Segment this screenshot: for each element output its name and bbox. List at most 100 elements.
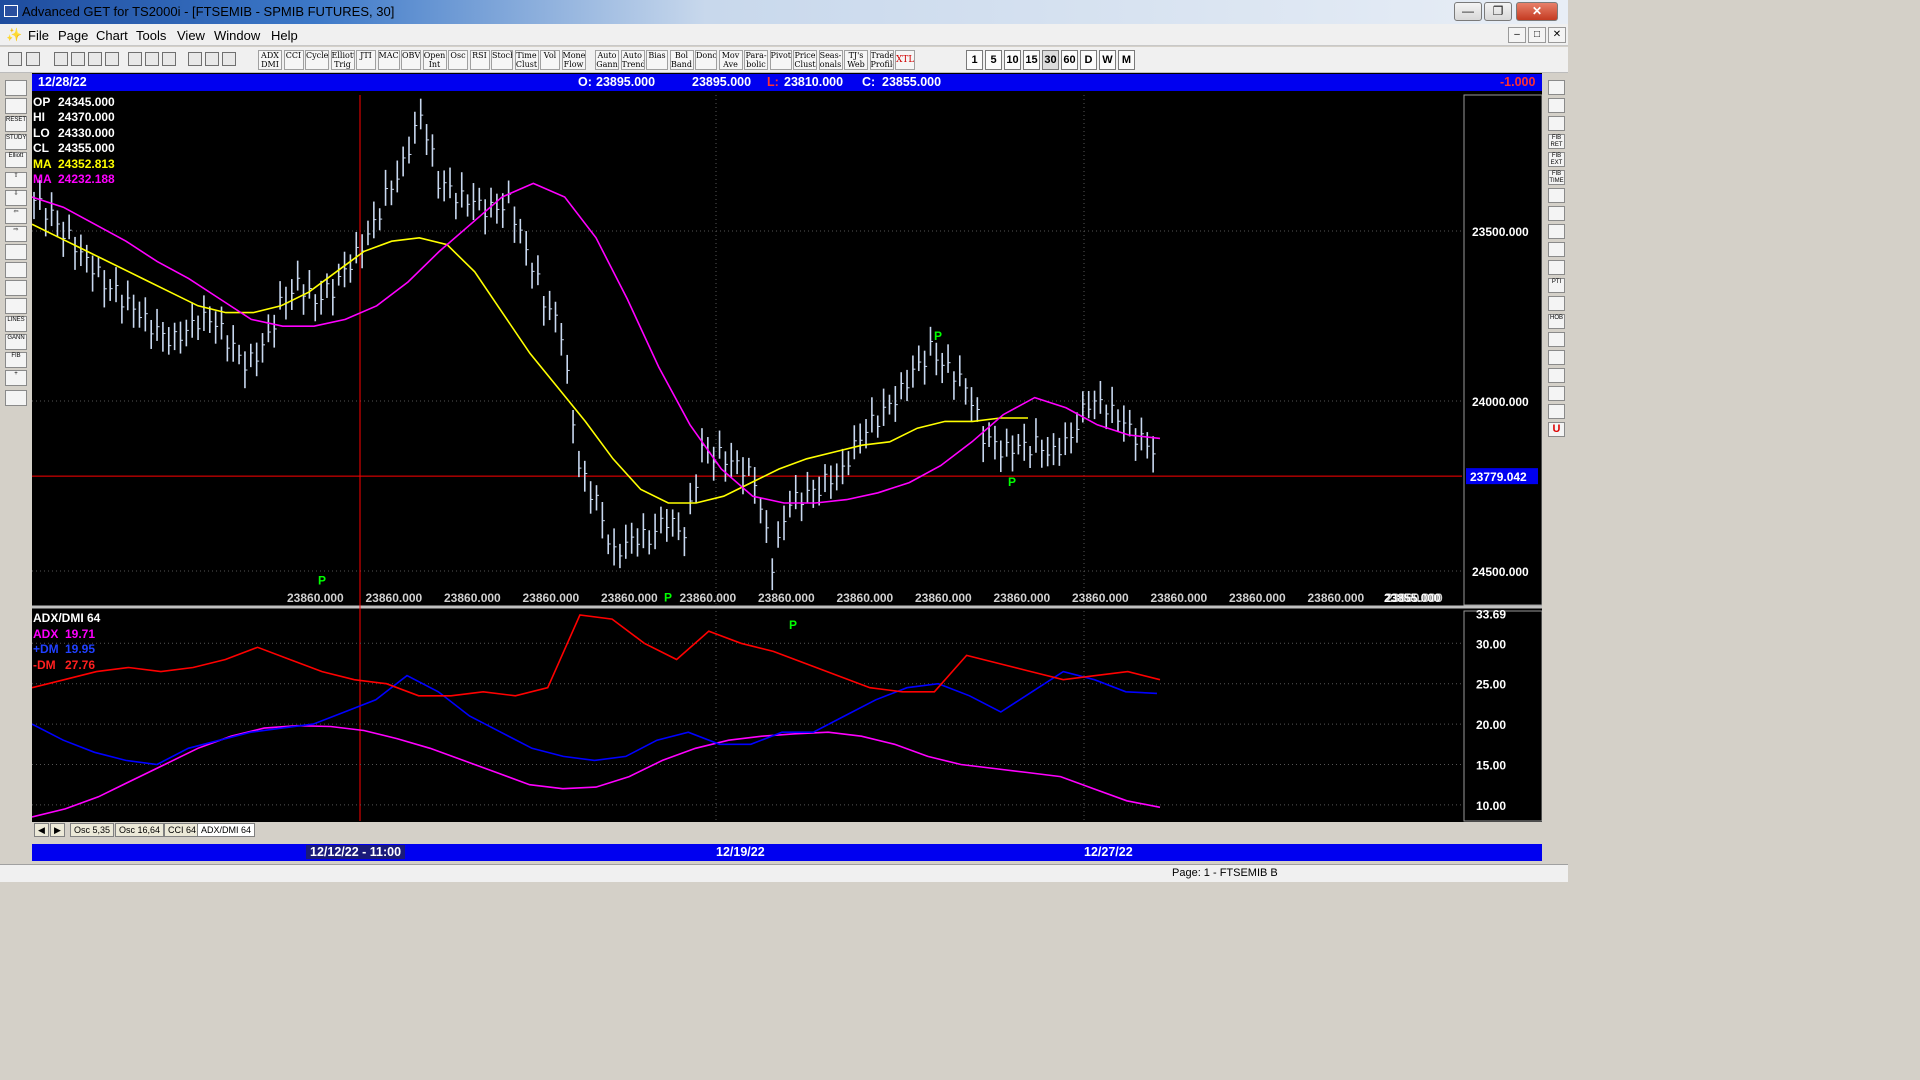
menu-help[interactable]: Help [271, 28, 298, 43]
fib-ext-icon[interactable]: FIB EXT [1548, 152, 1565, 167]
minimize-button[interactable]: — [1454, 2, 1482, 21]
timeframe-1[interactable]: 1 [966, 50, 983, 70]
chart-type-icon[interactable] [5, 98, 27, 114]
grid-small-icon[interactable] [1548, 296, 1565, 311]
pointer-tool-icon[interactable] [8, 52, 22, 66]
light-icon[interactable] [205, 52, 219, 66]
timeframe-15[interactable]: 15 [1023, 50, 1040, 70]
marker-icon[interactable] [1548, 332, 1565, 347]
mdi-minimize-button[interactable]: – [1508, 27, 1526, 43]
study-button-xtl[interactable]: XTL [895, 50, 915, 70]
study-button-bias[interactable]: Bias [646, 50, 668, 70]
expand-icon[interactable] [5, 262, 27, 278]
save-icon[interactable] [105, 52, 119, 66]
elliott-icon[interactable]: Elliott [5, 152, 27, 168]
folder-icon[interactable] [5, 80, 27, 96]
study-button-cycles[interactable]: Cycles [305, 50, 329, 70]
fib-time-icon[interactable]: FIB TIME [1548, 170, 1565, 185]
hob-icon[interactable]: HOB [1548, 314, 1565, 329]
timeframe-5[interactable]: 5 [985, 50, 1002, 70]
quote-icon[interactable] [26, 52, 40, 66]
table-icon[interactable] [1548, 404, 1565, 419]
study-button-price-clust[interactable]: Price Clust [793, 50, 817, 70]
pti-icon[interactable]: PTI [1548, 278, 1565, 293]
grid-icon[interactable] [162, 52, 176, 66]
new-page-icon[interactable] [54, 52, 68, 66]
crosshair-icon[interactable]: + [5, 370, 27, 386]
print-page-icon[interactable] [5, 390, 27, 406]
ellipse-icon[interactable] [1548, 242, 1565, 257]
tab-scroll-left[interactable]: ◀ [34, 823, 49, 837]
tab-osc-16-64[interactable]: Osc 16,64 [115, 823, 165, 837]
export-icon[interactable] [1548, 386, 1565, 401]
study-button-money-flow[interactable]: Money Flow [561, 50, 586, 70]
fib-icon[interactable]: FIB [5, 352, 27, 368]
close-x-icon[interactable] [1548, 80, 1565, 95]
study-button-adx-dmi[interactable]: ADX DMI [258, 50, 282, 70]
timeframe-60[interactable]: 60 [1061, 50, 1078, 70]
zoom-in-icon[interactable] [128, 52, 142, 66]
close-button[interactable]: ✕ [1516, 2, 1558, 21]
menu-file[interactable]: File [28, 28, 49, 43]
study-button-seas-onals[interactable]: Seas-onals [818, 50, 843, 70]
print-icon[interactable] [188, 52, 202, 66]
grid-tool-icon[interactable] [5, 298, 27, 314]
mdi-restore-button[interactable]: □ [1528, 27, 1546, 43]
study-button-para-bolic[interactable]: Para-bolic [744, 50, 768, 70]
study-button-tj-s-web[interactable]: TJ's Web [844, 50, 868, 70]
study-button-elliott-trig[interactable]: Elliott Trig [330, 50, 355, 70]
timeframe-daily[interactable]: D [1080, 50, 1097, 70]
menu-tools[interactable]: Tools [136, 28, 166, 43]
mdi-close-button[interactable]: ✕ [1548, 27, 1566, 43]
magnet-icon[interactable]: U [1548, 422, 1565, 437]
lines-icon[interactable]: LINES [5, 316, 27, 332]
tab-adx-dmi-64[interactable]: ADX/DMI 64 [197, 823, 256, 837]
study-button-jti[interactable]: JTI [356, 50, 376, 70]
menu-page[interactable]: Page [58, 28, 88, 43]
wave-icon[interactable] [1548, 260, 1565, 275]
paint-icon[interactable] [1548, 368, 1565, 383]
study-button-cci[interactable]: CCI [283, 50, 304, 70]
menu-view[interactable]: View [177, 28, 205, 43]
arrow-down-icon[interactable]: ⇩ [5, 190, 27, 206]
menu-window[interactable]: Window [214, 28, 260, 43]
timeframe-30[interactable]: 30 [1042, 50, 1059, 70]
help-icon[interactable] [222, 52, 236, 66]
open-icon[interactable] [88, 52, 102, 66]
arrow-up-icon[interactable]: ⇧ [5, 172, 27, 188]
study-button-bol-band[interactable]: Bol Band [669, 50, 694, 70]
pen-icon[interactable] [1548, 98, 1565, 113]
zoom-out-icon[interactable] [145, 52, 159, 66]
target-icon[interactable] [1548, 188, 1565, 203]
doc-icon[interactable]: ✨ [6, 27, 22, 43]
maximize-button[interactable]: ❐ [1484, 2, 1512, 21]
study-button-osc[interactable]: Osc [448, 50, 468, 70]
arrow-left-icon[interactable]: ⇦ [5, 208, 27, 224]
box-icon[interactable] [1548, 224, 1565, 239]
study-button-auto-gann[interactable]: Auto Gann [595, 50, 619, 70]
fib-ret-icon[interactable]: FIB RET [1548, 134, 1565, 149]
tab-osc-5-35[interactable]: Osc 5,35 [70, 823, 115, 837]
timeframe-weekly[interactable]: W [1099, 50, 1116, 70]
arrow-right-icon[interactable]: ⇨ [5, 226, 27, 242]
study-button-mov-ave[interactable]: Mov Ave [718, 50, 743, 70]
fan-icon[interactable] [1548, 206, 1565, 221]
gann-icon[interactable]: GANN [5, 334, 27, 350]
compress-icon[interactable] [5, 244, 27, 260]
line-icon[interactable] [1548, 116, 1565, 131]
study-button-donch[interactable]: Donch [695, 50, 717, 70]
tab-cci-64[interactable]: CCI 64 [164, 823, 201, 837]
chart-canvas[interactable]: 24500.000 24000.000 23500.000 23779.042 P P P P… [32, 73, 1542, 825]
study-button-obv[interactable]: OBV [401, 50, 421, 70]
study-button-open-int[interactable]: Open Int [422, 50, 447, 70]
menu-chart[interactable]: Chart [96, 28, 128, 43]
chart-area[interactable]: 24500.000 24000.000 23500.000 23779.042 P P P P… [32, 73, 1542, 825]
study-button-stoch[interactable]: Stoch [491, 50, 513, 70]
study-button-pivot[interactable]: Pivot [769, 50, 792, 70]
study-button-vol[interactable]: Vol [540, 50, 560, 70]
timeframe-monthly[interactable]: M [1118, 50, 1135, 70]
copy-page-icon[interactable] [71, 52, 85, 66]
study-button-auto-trend[interactable]: Auto Trend [620, 50, 645, 70]
scroll-icon[interactable] [5, 280, 27, 296]
study-button-time-clust[interactable]: Time Clust [514, 50, 539, 70]
